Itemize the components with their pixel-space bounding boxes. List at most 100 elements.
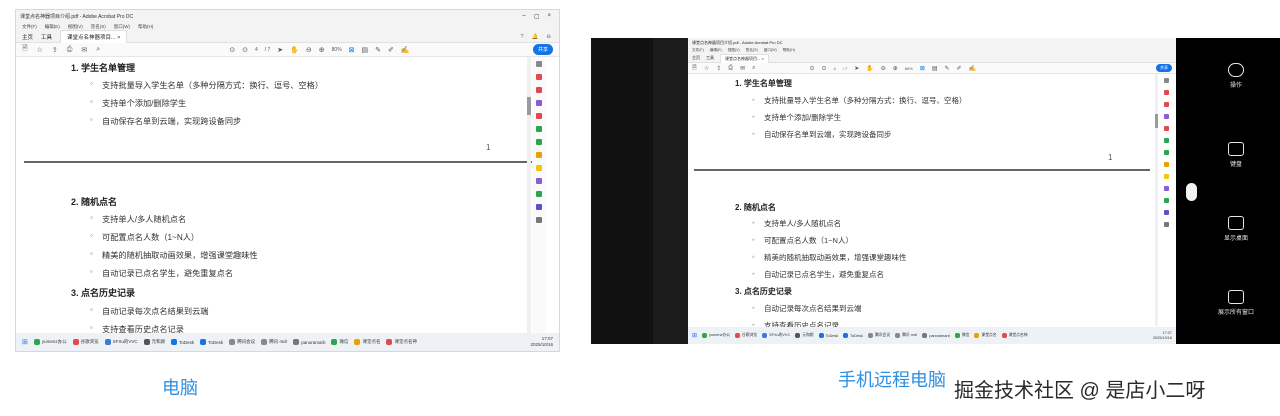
draw-icon[interactable]: ✐ [957,65,962,72]
taskbar-item[interactable]: 元和颜 [795,333,814,338]
menu-help[interactable]: 帮助(H) [783,48,795,53]
zoom-tool-icon[interactable] [536,61,542,67]
close-icon[interactable]: × [547,13,551,20]
taskbar-item[interactable]: 腾讯会议 [867,333,890,338]
tab-tools[interactable]: 工具 [706,55,714,61]
start-icon[interactable]: ⊞ [22,338,28,346]
menu-file[interactable]: 文件(F) [692,48,704,53]
phone-scrollbar[interactable] [1155,74,1158,326]
taskbar-clock[interactable]: 17:07 2025/10/16 [530,336,559,348]
print-icon[interactable]: ⎙ [67,46,73,54]
menu-view[interactable]: 视图(V) [68,24,83,30]
menu-help[interactable]: 帮助(H) [138,24,153,30]
pen-icon[interactable]: ✎ [945,65,950,72]
taskbar-item[interactable]: 微信 [954,333,969,338]
taskbar-item[interactable]: ToDesk [818,333,838,338]
save-icon[interactable]: 🗎 [692,63,697,73]
fit-icon[interactable]: ⊠ [349,46,355,54]
phone-remote-desktop[interactable]: 课堂点名神器项目介绍.pdf - Adobe Acrobat Pro DC 文件… [688,38,1176,344]
operate-button[interactable]: 操作 [1214,63,1258,89]
more-tools-icon[interactable] [536,217,542,223]
tab-tools[interactable]: 工具 [41,33,52,41]
menu-sign[interactable]: 签名(S) [746,48,758,53]
cursor-icon[interactable]: ➤ [277,46,283,54]
bell-icon[interactable]: 🔔 [532,34,539,40]
next-page-icon[interactable]: ⊙ [242,46,248,54]
taskbar-item[interactable]: 课堂点名神 [386,339,417,345]
maximize-icon[interactable]: ▢ [534,13,540,20]
taskbar-item[interactable]: 微信 [331,339,348,345]
export-pdf-icon[interactable] [1163,90,1169,95]
sign-icon[interactable]: ✍ [401,46,410,54]
comment-icon[interactable]: ▤ [362,46,369,54]
zoom-level[interactable]: 80% [332,47,342,53]
taskbar-item[interactable]: SFXu的VVC [104,339,138,345]
fill-sign-icon[interactable] [1163,186,1169,191]
compress-icon[interactable] [536,139,542,145]
protect-icon[interactable] [1163,210,1169,215]
menu-file[interactable]: 文件(F) [22,24,37,30]
taskbar-item[interactable]: yumenz办公 [702,333,730,338]
zoom-in-icon[interactable]: ⊕ [893,65,898,72]
taskbar-item[interactable]: yumenz办公 [33,339,67,345]
star-icon[interactable]: ☆ [37,46,43,54]
zoom-tool-icon[interactable] [1163,78,1169,83]
taskbar-item[interactable]: 课堂点名神 [1001,333,1028,338]
protect-icon[interactable] [536,204,542,210]
taskbar-item[interactable]: 课堂点名 [974,333,997,338]
taskbar-item[interactable]: 谷歌浏览 [72,339,99,345]
mouse-icon[interactable] [1186,183,1197,201]
redact-icon[interactable] [536,152,542,158]
sign-icon[interactable]: ✍ [969,65,976,72]
help-icon[interactable]: ? [520,34,523,40]
menu-window[interactable]: 窗口(W) [114,24,130,30]
save-icon[interactable]: 🗎 [22,44,28,55]
mail-icon[interactable]: ✉ [81,46,87,54]
comment-tool-icon[interactable] [1163,114,1169,119]
comment-icon[interactable]: ▤ [932,65,938,72]
next-page-icon[interactable]: ⊙ [822,65,827,72]
show-desktop-button[interactable]: 显示桌面 [1214,216,1258,242]
pc-scrollbar[interactable] [527,57,531,335]
note-icon[interactable] [536,165,542,171]
pen-icon[interactable]: ✎ [375,46,381,54]
phone-scroll-thumb[interactable] [1155,114,1158,128]
tab-home[interactable]: 主页 [22,33,33,41]
prev-page-icon[interactable]: ⊙ [809,65,814,72]
menu-edit[interactable]: 编辑(E) [710,48,722,53]
login-icon[interactable]: ⊖ [546,34,551,40]
taskbar-item[interactable]: 课堂点名 [354,339,380,345]
redact-icon[interactable] [1163,162,1169,167]
scan-icon[interactable] [536,126,542,132]
tab-document[interactable]: 课堂点名神器项目... × [60,30,128,43]
zoom-level[interactable]: 80% [905,66,913,71]
hand-icon[interactable]: ✋ [866,65,873,72]
search-icon[interactable]: ⌕ [96,46,100,54]
upload-icon[interactable]: ⇪ [52,46,58,54]
prev-page-icon[interactable]: ⊙ [229,46,235,54]
taskbar-item[interactable]: ToDesk [171,339,194,345]
print-tool-icon[interactable] [1163,198,1169,203]
page-input[interactable]: 4 [834,66,836,71]
taskbar-item[interactable]: 腾讯 mdr [261,339,287,345]
pc-scroll-thumb[interactable] [527,97,531,115]
organize-icon[interactable] [1163,126,1169,131]
note-icon[interactable] [1163,174,1169,179]
start-icon[interactable]: ⊞ [692,332,697,339]
print-icon[interactable]: ⎙ [728,65,733,72]
more-tools-icon[interactable] [1163,222,1169,227]
upload-icon[interactable]: ⇪ [716,65,721,72]
mail-icon[interactable]: ✉ [740,65,745,72]
show-all-windows-button[interactable]: 展示所有窗口 [1214,290,1258,316]
edit-pdf-icon[interactable] [536,87,542,93]
fill-sign-icon[interactable] [536,178,542,184]
taskbar-item[interactable]: panoramarb [922,333,950,338]
draw-icon[interactable]: ✐ [388,46,394,54]
taskbar-item[interactable]: SFXu的VVC [762,333,790,338]
star-icon[interactable]: ☆ [704,65,709,72]
fit-icon[interactable]: ⊠ [920,65,925,72]
zoom-out-icon[interactable]: ⊖ [881,65,886,72]
taskbar-clock[interactable]: 17:07 2025/10/16 [1153,331,1176,341]
print-tool-icon[interactable] [536,191,542,197]
organize-icon[interactable] [536,113,542,119]
